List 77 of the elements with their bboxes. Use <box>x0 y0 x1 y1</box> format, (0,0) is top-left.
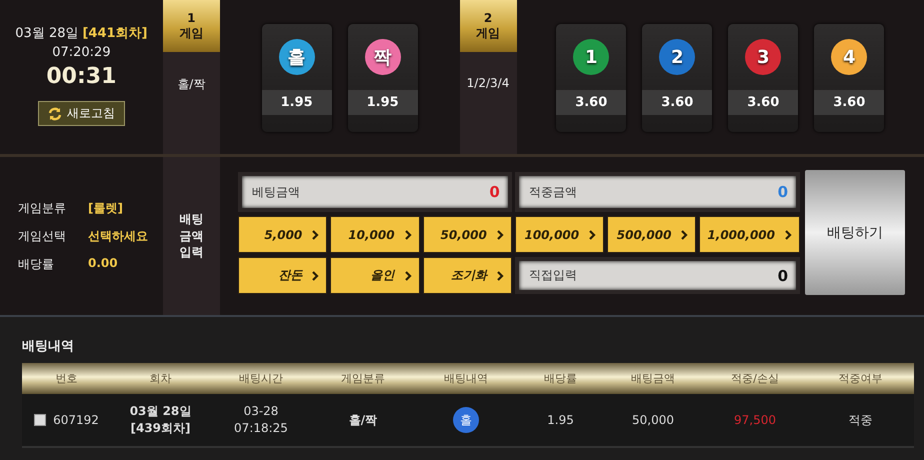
amount-button[interactable]: 1,000,000 <box>699 216 800 253</box>
amount-button[interactable]: 50,000 <box>422 216 512 253</box>
selection-label: 게임선택 <box>18 228 67 244</box>
bet-input-title: 배팅 금액 입력 <box>163 157 220 315</box>
option-ball: 홀 <box>278 39 315 75</box>
chevron-icon <box>404 270 412 280</box>
direct-input-field[interactable]: 직접입력 0 <box>514 257 800 294</box>
round-text: [441회차] <box>82 25 148 42</box>
table-cell: 607192 <box>53 413 99 427</box>
column-header: 적중여부 <box>807 363 914 394</box>
chevron-icon <box>496 230 504 240</box>
table-cell: 홀/짝 <box>312 394 414 448</box>
bet-option-card[interactable]: 짝 1.95 <box>348 24 418 132</box>
bet-option-card[interactable]: 4 3.60 <box>814 24 884 132</box>
amount-button[interactable]: 500,000 <box>607 216 696 253</box>
action-button[interactable]: 잔돈 <box>238 257 328 294</box>
table-cell: 1.95 <box>518 394 603 448</box>
odds-text: 3.60 <box>814 90 884 115</box>
column-header: 배팅내역 <box>414 363 518 394</box>
chevron-icon <box>681 230 688 240</box>
selection-value: [룰렛] <box>88 200 123 216</box>
amount-button[interactable]: 100,000 <box>514 216 604 253</box>
place-bet-button[interactable]: 배팅하기 <box>805 170 905 295</box>
chevron-icon <box>785 230 792 240</box>
pick-badge: 홀 <box>453 407 479 433</box>
column-header: 배팅금액 <box>603 363 703 394</box>
amount-button[interactable]: 5,000 <box>238 216 328 253</box>
odds-text: 3.60 <box>728 90 798 115</box>
selection-label: 게임분류 <box>18 200 67 216</box>
column-header: 적중/손실 <box>703 363 807 394</box>
column-header: 배당률 <box>518 363 603 394</box>
refresh-button[interactable]: 새로고침 <box>38 101 125 126</box>
bet-option-card[interactable]: 1 3.60 <box>556 24 626 132</box>
refresh-icon <box>48 106 62 120</box>
game-type-text: 1/2/3/4 <box>466 76 510 90</box>
date-text: 03월 28일 <box>15 25 78 42</box>
bet-option-card[interactable]: 홀 1.95 <box>262 24 332 132</box>
chevron-icon <box>404 230 412 240</box>
table-cell: 적중 <box>807 394 914 448</box>
table-cell: 03월 28일 [439회차] <box>111 394 210 448</box>
table-cell: 50,000 <box>603 394 703 448</box>
game-tab[interactable]: 2 게임 <box>460 0 516 52</box>
option-ball: 1 <box>573 39 610 75</box>
odds-text: 3.60 <box>556 90 626 115</box>
table-cell: 97,500 <box>703 394 807 448</box>
odds-text: 3.60 <box>642 90 712 115</box>
option-ball: 짝 <box>364 39 401 75</box>
selection-label: 배당률 <box>18 256 55 272</box>
option-ball: 2 <box>659 39 696 75</box>
option-ball: 3 <box>745 39 782 75</box>
column-header: 번호 <box>22 363 111 394</box>
action-button[interactable]: 조기화 <box>422 257 512 294</box>
bet-amount-field: 베팅금액 0 <box>238 172 512 212</box>
win-amount-field: 적중금액 0 <box>514 172 800 212</box>
game-tab[interactable]: 1 게임 <box>162 0 220 52</box>
column-header: 배팅시간 <box>210 363 312 394</box>
chevron-icon <box>496 270 504 280</box>
column-header: 게임분류 <box>312 363 414 394</box>
odds-text: 1.95 <box>262 90 332 115</box>
table-cell: 03-28 07:18:25 <box>210 394 312 448</box>
amount-button[interactable]: 10,000 <box>330 216 420 253</box>
column-header: 회차 <box>111 363 210 394</box>
bet-option-card[interactable]: 3 3.60 <box>728 24 798 132</box>
chevron-icon <box>312 230 320 240</box>
game-type-text: 홀/짝 <box>177 76 206 93</box>
selection-value: 0.00 <box>88 256 118 272</box>
chevron-icon <box>312 270 320 280</box>
countdown-text: 00:31 <box>46 64 116 89</box>
chevron-icon <box>589 230 596 240</box>
bet-option-card[interactable]: 2 3.60 <box>642 24 712 132</box>
time-text: 07:20:29 <box>52 45 111 60</box>
row-checkbox[interactable] <box>34 414 46 426</box>
history-title: 배팅내역 <box>22 338 75 355</box>
odds-text: 1.95 <box>348 90 418 115</box>
action-button[interactable]: 올인 <box>330 257 420 294</box>
selection-value: 선택하세요 <box>88 228 148 244</box>
option-ball: 4 <box>831 39 868 75</box>
